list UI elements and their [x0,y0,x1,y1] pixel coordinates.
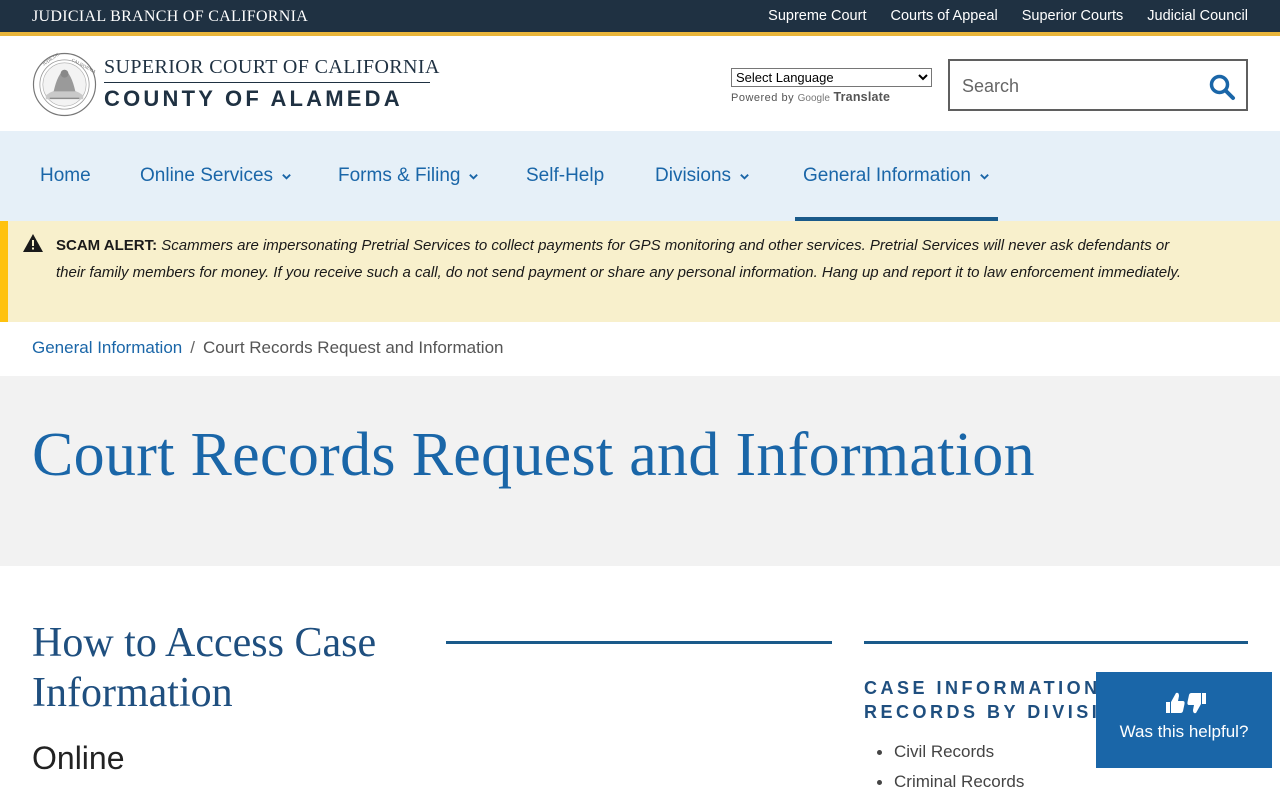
chevron-down-icon [469,173,479,180]
link-courts-of-appeal[interactable]: Courts of Appeal [890,8,997,24]
nav-label: General Information [803,165,971,186]
judicial-links: Supreme Court Courts of Appeal Superior … [768,8,1248,24]
nav-label: Home [40,165,91,186]
chevron-down-icon [282,173,291,180]
nav-divisions[interactable]: Divisions [655,131,750,221]
section-heading: How to Access Case Information [32,620,377,716]
powered-by-text: Powered by [731,92,795,104]
powered-by-google: Powered by Google Translate [731,90,932,104]
nav-general-information[interactable]: General Information [795,131,998,221]
nav-forms-filing[interactable]: Forms & Filing [338,131,479,221]
page-title-band: Court Records Request and Information [0,376,1280,566]
google-translate: Select Language Powered by Google Transl… [731,68,932,104]
chevron-down-icon [980,173,989,180]
breadcrumb-current: Court Records Request and Information [202,338,504,357]
sidebar-item-civil-records[interactable]: Civil Records [876,737,1024,767]
alert-message: SCAM ALERT: Scammers are impersonating P… [56,232,1196,286]
main-nav: Home Online Services Forms & Filing Self… [0,131,1280,221]
logo-line-county: COUNTY OF ALAMEDA [104,86,403,111]
sidebar-rule [864,641,1248,644]
judicial-branch-bar: JUDICIAL BRANCH OF CALIFORNIA Supreme Co… [0,0,1280,36]
warning-triangle-icon [23,234,43,252]
feedback-widget[interactable]: Was this helpful? [1096,672,1272,768]
link-judicial-council[interactable]: Judicial Council [1147,8,1248,24]
google-logo-text: Google [797,93,830,104]
judicial-branch-title[interactable]: JUDICIAL BRANCH OF CALIFORNIA [32,8,308,26]
language-select[interactable]: Select Language [731,68,932,87]
section-heading-rule [446,641,832,644]
logo-line-court: SUPERIOR COURT OF CALIFORNIA [104,56,439,83]
scam-alert-banner: SCAM ALERT: Scammers are impersonating P… [0,221,1280,322]
nav-label: Online Services [140,165,274,186]
sidebar-list: Civil Records Criminal Records [876,737,1024,797]
site-header: JUDICIAL CALIFORNIA SUPERIOR COURT OF CA… [0,40,1280,131]
court-seal-icon[interactable]: JUDICIAL CALIFORNIA [32,52,97,117]
subheading-online: Online [32,740,125,776]
breadcrumb-separator: / [190,338,195,357]
nav-self-help[interactable]: Self-Help [526,131,604,221]
nav-label: Forms & Filing [338,165,461,186]
search-icon[interactable] [1208,73,1236,101]
nav-label: Self-Help [526,165,605,186]
translate-link[interactable]: Translate [833,90,890,104]
sidebar-item-criminal-records[interactable]: Criminal Records [876,767,1024,797]
alert-label: SCAM ALERT: [56,237,162,254]
chevron-down-icon [740,173,749,180]
search-input[interactable] [962,73,1202,99]
nav-home[interactable]: Home [40,131,91,221]
thumbs-up-down-icon [1166,692,1206,714]
page-title: Court Records Request and Information [32,421,1035,489]
breadcrumb: General Information / Court Records Reques… [32,338,503,358]
search-box [948,59,1248,111]
feedback-label: Was this helpful? [1119,722,1249,741]
link-superior-courts[interactable]: Superior Courts [1022,8,1124,24]
nav-online-services[interactable]: Online Services [140,131,292,221]
court-logo[interactable]: SUPERIOR COURT OF CALIFORNIA COUNTY OF A… [104,56,439,112]
link-supreme-court[interactable]: Supreme Court [768,8,866,24]
alert-text: Scammers are impersonating Pretrial Serv… [56,237,1181,281]
nav-label: Divisions [655,165,732,186]
breadcrumb-general-information[interactable]: General Information [32,338,182,357]
